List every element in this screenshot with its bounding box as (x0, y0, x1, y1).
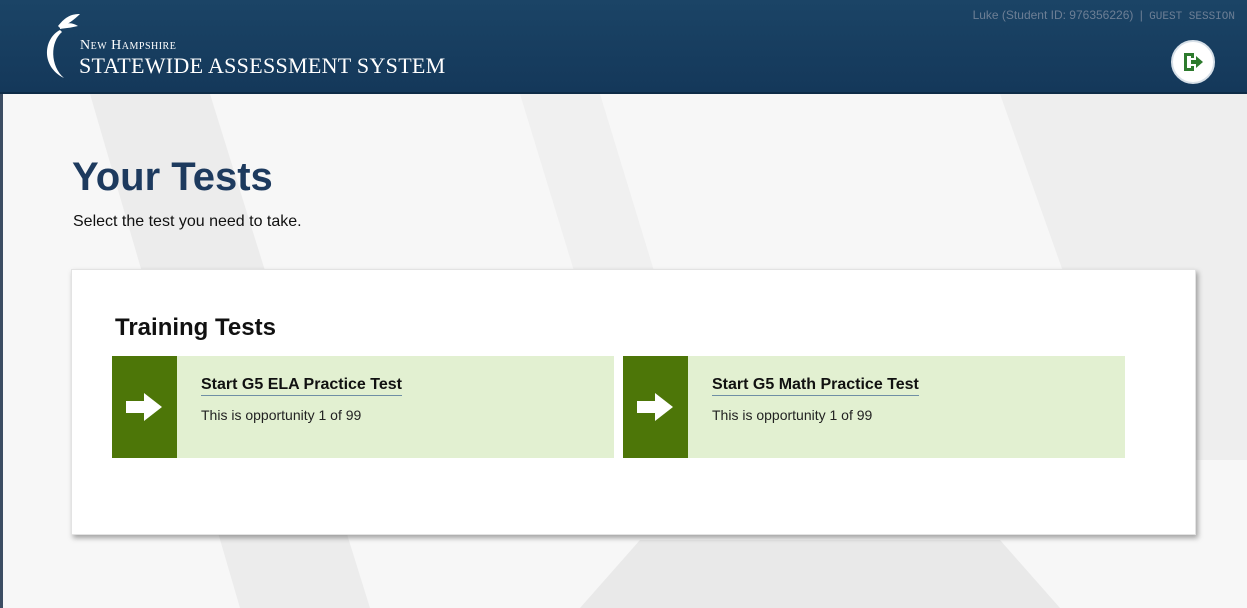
user-info: Luke (Student ID: 976356226) | GUEST SES… (973, 8, 1235, 23)
brand-system-name: STATEWIDE ASSESSMENT SYSTEM (79, 53, 446, 78)
logout-button[interactable] (1171, 40, 1215, 84)
tests-panel: Training Tests Start G5 ELA Practice Tes… (71, 269, 1196, 535)
arrow-right-icon (126, 393, 162, 421)
app-header: New Hampshire STATEWIDE ASSESSMENT SYSTE… (0, 0, 1247, 94)
session-label: GUEST SESSION (1149, 11, 1235, 23)
card-arrow-block (112, 356, 177, 458)
test-opportunity: This is opportunity 1 of 99 (201, 407, 362, 423)
test-card-ela[interactable]: Start G5 ELA Practice Test This is oppor… (112, 356, 614, 458)
section-title: Training Tests (115, 314, 276, 341)
user-name-id: Luke (Student ID: 976356226) (972, 8, 1134, 22)
arrow-right-icon (637, 393, 673, 421)
user-info-separator: | (1139, 8, 1143, 22)
card-arrow-block (623, 356, 688, 458)
test-title[interactable]: Start G5 Math Practice Test (712, 376, 919, 396)
test-title[interactable]: Start G5 ELA Practice Test (201, 376, 402, 396)
brand-state-name: New Hampshire (80, 38, 177, 53)
logout-icon (1184, 53, 1203, 71)
logo-icon (47, 14, 80, 78)
page-title: Your Tests (72, 155, 273, 199)
page-subtitle: Select the test you need to take. (73, 213, 302, 230)
page-left-edge (0, 94, 3, 608)
test-opportunity: This is opportunity 1 of 99 (712, 407, 873, 423)
test-card-math[interactable]: Start G5 Math Practice Test This is oppo… (623, 356, 1125, 458)
